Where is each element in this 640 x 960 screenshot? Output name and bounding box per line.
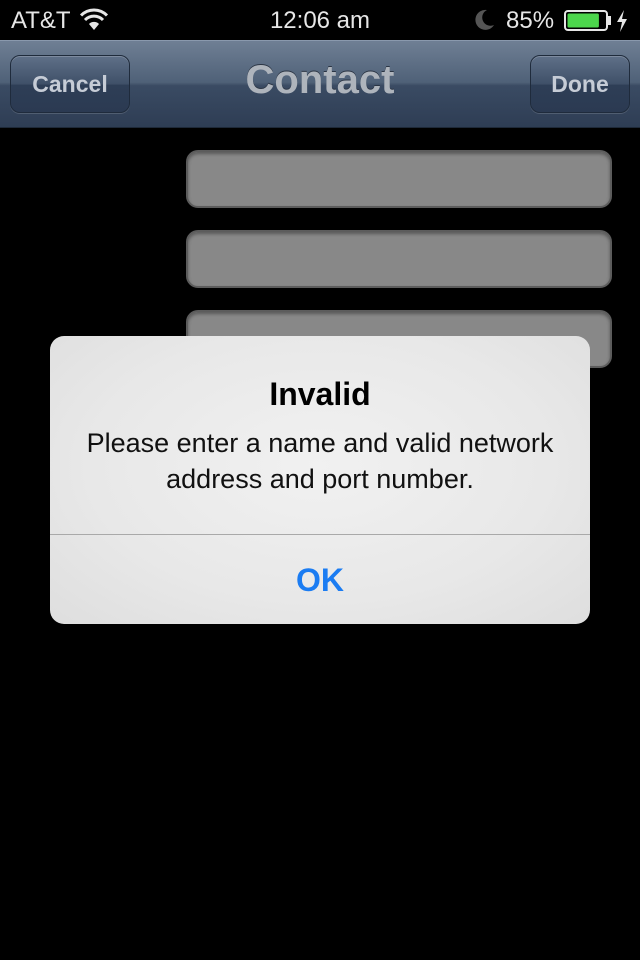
charging-bolt-icon [617, 10, 627, 32]
ok-button[interactable]: OK [50, 536, 590, 624]
alert-message: Please enter a name and valid network ad… [86, 428, 554, 494]
done-button[interactable]: Done [530, 55, 630, 113]
battery-icon [564, 10, 611, 31]
battery-percent: 85% [506, 7, 555, 34]
name-field[interactable] [186, 150, 612, 208]
alert-dialog: Invalid Please enter a name and valid ne… [50, 336, 590, 624]
alert-title: Invalid [269, 376, 371, 412]
screen: AT&T 12:06 am 85% Cancel Contact Done In… [0, 0, 640, 960]
moon-icon [475, 9, 494, 30]
nav-bar: Cancel Contact Done [0, 40, 640, 128]
status-bar: AT&T 12:06 am 85% [0, 0, 640, 40]
alert-divider [50, 534, 590, 535]
address-field[interactable] [186, 230, 612, 288]
